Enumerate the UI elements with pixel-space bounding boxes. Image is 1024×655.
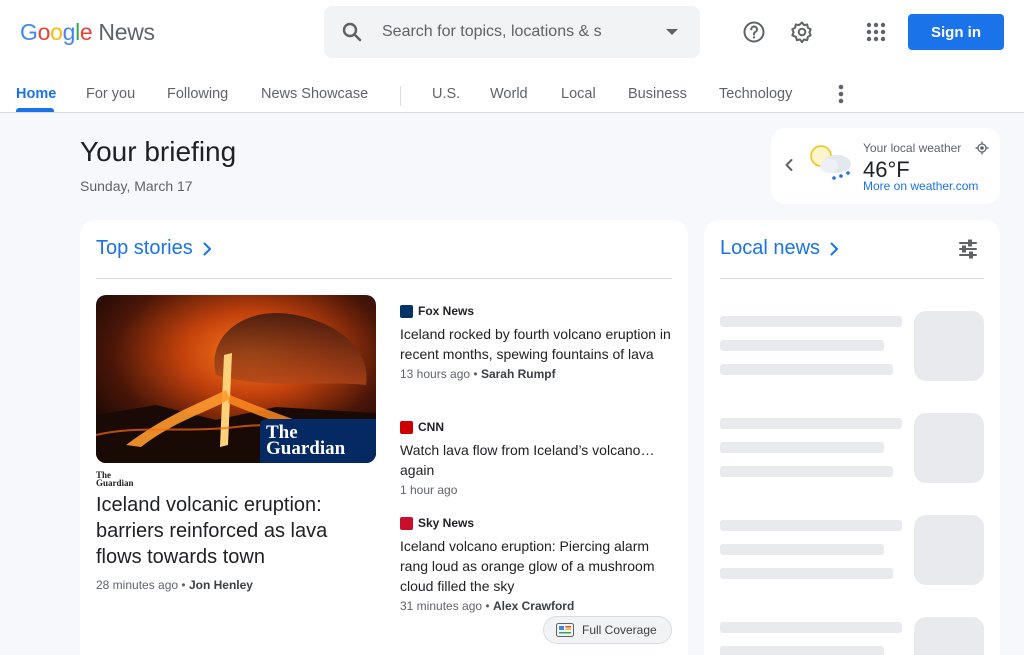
help-icon[interactable]: [742, 20, 766, 44]
briefing-date: Sunday, March 17: [80, 178, 193, 194]
top-header: GoogleNews Sign in Home For you Followin…: [0, 0, 1024, 113]
skeleton-line: [720, 340, 884, 351]
tab-home[interactable]: Home: [16, 86, 56, 102]
publisher-small-logo[interactable]: The Guardian: [96, 471, 134, 488]
tab-us[interactable]: U.S.: [432, 86, 460, 102]
sign-in-button[interactable]: Sign in: [908, 14, 1004, 50]
logo-letter: o: [37, 19, 51, 45]
my-location-icon[interactable]: [975, 141, 989, 155]
skeleton-thumbnail: [914, 515, 984, 585]
article-time: 13 hours ago: [400, 367, 471, 381]
active-tab-indicator: [16, 108, 54, 112]
partly-cloudy-rain-icon: [810, 145, 851, 180]
skeleton-line: [720, 646, 884, 655]
chevron-left-icon[interactable]: [783, 158, 795, 172]
article-author: Jon Henley: [188, 578, 253, 592]
weather-link[interactable]: More on weather.com: [863, 179, 978, 193]
settings-icon[interactable]: [790, 20, 814, 44]
hero-image[interactable]: The Guardian: [96, 295, 376, 463]
weather-widget[interactable]: Your local weather 46°F More on weather.…: [771, 128, 1000, 204]
story-source-name: CNN: [418, 420, 444, 434]
search-bar: [324, 6, 700, 58]
article-author: Alex Crawford: [492, 599, 575, 613]
full-coverage-button[interactable]: Full Coverage: [543, 616, 672, 644]
chevron-right-icon: [203, 242, 211, 255]
search-icon[interactable]: [340, 20, 364, 44]
top-stories-heading-text: Top stories: [96, 237, 193, 259]
skeleton-line: [720, 544, 884, 555]
google-news-logo[interactable]: Google News: [20, 19, 155, 46]
sky-news-logo-icon: [400, 516, 413, 530]
tab-business[interactable]: Business: [628, 86, 687, 102]
fox-news-logo-icon: [400, 304, 413, 318]
tab-local[interactable]: Local: [561, 86, 596, 102]
tab-following[interactable]: Following: [167, 86, 228, 102]
weather-label: Your local weather: [863, 141, 962, 155]
skeleton-thumbnail: [914, 311, 984, 381]
headline-link[interactable]: Iceland volcanic eruption: barriers rein…: [96, 492, 366, 570]
story-item: Sky News Iceland volcano eruption: Pierc…: [400, 516, 672, 613]
tab-technology[interactable]: Technology: [719, 86, 792, 102]
publisher-logo-line: Guardian: [266, 438, 346, 459]
story-source-name: Sky News: [418, 516, 475, 530]
headline-link[interactable]: Watch lava flow from Iceland’s volcano… …: [400, 440, 672, 480]
chevron-right-icon: [830, 242, 839, 255]
section-nav: Home For you Following News Showcase U.S…: [0, 80, 1024, 113]
apps-grid-icon[interactable]: [864, 20, 888, 44]
divider: [96, 278, 672, 279]
article-meta: 1 hour ago: [400, 483, 672, 497]
top-stories-heading[interactable]: Top stories: [96, 237, 215, 260]
search-options-dropdown-icon[interactable]: [666, 29, 678, 35]
logo-letter: o: [50, 19, 63, 45]
full-coverage-label: Full Coverage: [582, 623, 657, 637]
skeleton-line: [720, 364, 893, 375]
story-item: Fox News Iceland rocked by fourth volcan…: [400, 304, 672, 381]
skeleton-thumbnail: [914, 413, 984, 483]
local-news-card: Local news: [704, 220, 1000, 655]
story-source-name: Fox News: [418, 304, 475, 318]
cnn-logo-icon: [400, 420, 413, 434]
headline-link[interactable]: Iceland rocked by fourth volcano eruptio…: [400, 324, 672, 364]
search-input[interactable]: [382, 20, 612, 44]
nav-divider: [400, 86, 401, 106]
local-news-heading-text: Local news: [720, 237, 821, 259]
publisher-logo-line: Guardian: [96, 478, 134, 488]
tune-settings-icon[interactable]: [958, 239, 978, 259]
article-meta: 13 hours ago • Sarah Rumpf: [400, 367, 556, 381]
story-source[interactable]: Fox News: [400, 304, 672, 318]
publisher-logo: The Guardian: [260, 419, 376, 463]
headline-link[interactable]: Iceland volcano eruption: Piercing alarm…: [400, 536, 672, 596]
skeleton-line: [720, 466, 893, 477]
article-time: 28 minutes ago: [96, 578, 179, 592]
divider: [720, 278, 984, 279]
top-stories-card: Top stories The Guardian The Guardian Ic…: [80, 220, 688, 655]
skeleton-thumbnail: [914, 617, 984, 655]
article-author: Sarah Rumpf: [480, 367, 556, 381]
article-meta: 28 minutes ago • Jon Henley: [96, 578, 253, 592]
skeleton-line: [720, 418, 902, 429]
story-item: CNN Watch lava flow from Iceland’s volca…: [400, 420, 672, 497]
logo-news-text: News: [98, 19, 155, 45]
tab-news-showcase[interactable]: News Showcase: [261, 86, 368, 102]
logo-letter: e: [79, 19, 93, 45]
full-coverage-icon: [556, 623, 574, 637]
tab-for-you[interactable]: For you: [86, 86, 135, 102]
story-source[interactable]: Sky News: [400, 516, 672, 530]
article-time: 31 minutes ago: [400, 599, 483, 613]
tab-world[interactable]: World: [490, 86, 528, 102]
more-vert-icon[interactable]: [830, 82, 852, 106]
logo-letter: g: [62, 19, 76, 45]
skeleton-line: [720, 442, 884, 453]
logo-letter: G: [20, 19, 38, 45]
story-source[interactable]: CNN: [400, 420, 672, 434]
page-title: Your briefing: [80, 136, 237, 167]
local-news-heading[interactable]: Local news: [720, 237, 842, 260]
skeleton-line: [720, 568, 893, 579]
skeleton-line: [720, 316, 902, 327]
skeleton-line: [720, 520, 902, 531]
article-time: 1 hour ago: [400, 483, 458, 497]
skeleton-line: [720, 622, 902, 633]
article-meta: 31 minutes ago • Alex Crawford: [400, 599, 575, 613]
